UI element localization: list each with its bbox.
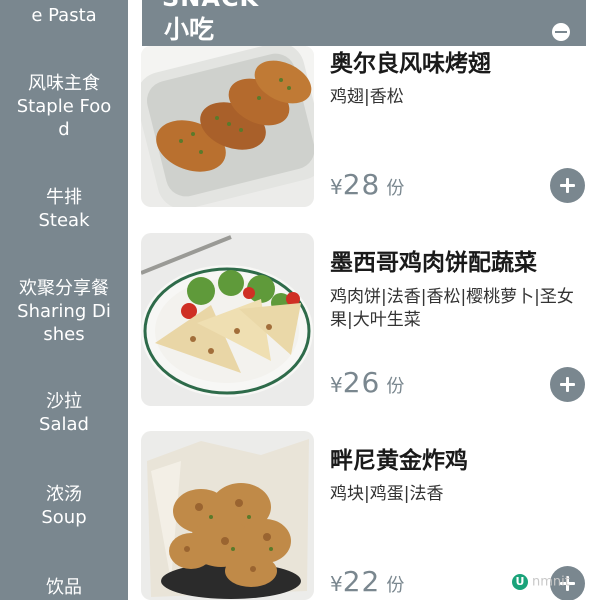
sidebar-item-label-en: Salad	[39, 414, 89, 435]
watermark-text: nmnit	[532, 574, 570, 590]
dish-price: ¥22 份	[330, 565, 404, 598]
price-unit: 份	[386, 178, 405, 199]
add-to-cart-button[interactable]	[550, 367, 585, 402]
sidebar-item-pasta[interactable]: e Pasta	[0, 4, 128, 27]
sidebar-item-label-en: Soup	[41, 507, 87, 528]
price-unit: 份	[386, 376, 405, 397]
watermark-badge: U	[512, 574, 528, 590]
collapse-icon[interactable]	[552, 23, 570, 41]
category-sidebar: e Pasta 风味主食 Staple Food 牛排 Steak 欢聚分享餐 …	[0, 0, 128, 600]
dish-description: 鸡翅|香松	[330, 87, 404, 107]
currency-symbol: ¥	[330, 572, 343, 596]
price-value: 22	[342, 565, 381, 598]
sidebar-item-steak[interactable]: 牛排 Steak	[0, 186, 128, 232]
sidebar-item-label-cn: 牛排	[46, 187, 82, 208]
category-header: SNACK 小吃	[142, 0, 586, 46]
sidebar-item-label-cn: 欢聚分享餐	[19, 278, 109, 299]
dish-name: 畔尼黄金炸鸡	[330, 448, 468, 474]
sidebar-item-label-en: Staple Food	[16, 96, 112, 140]
sidebar-item-sharing-dishes[interactable]: 欢聚分享餐 Sharing Dishes	[0, 277, 128, 346]
dish-description: 鸡块|鸡蛋|法香	[330, 484, 444, 504]
chicken-quesadilla-image[interactable]	[141, 233, 314, 406]
watermark: Unmnit	[512, 574, 570, 590]
sidebar-item-label-cn: 浓汤	[46, 484, 82, 505]
sidebar-item-label-cn: 风味主食	[28, 73, 100, 94]
roasted-wings-image[interactable]	[141, 46, 314, 207]
price-value: 28	[342, 168, 381, 201]
sidebar-item-soup[interactable]: 浓汤 Soup	[0, 483, 128, 529]
currency-symbol: ¥	[330, 175, 343, 199]
sidebar-item-staple-food[interactable]: 风味主食 Staple Food	[0, 72, 128, 141]
dish-name: 奥尔良风味烤翅	[330, 51, 491, 77]
price-unit: 份	[386, 575, 405, 596]
dish-name: 墨西哥鸡肉饼配蔬菜	[330, 250, 537, 276]
sidebar-item-label-en: Steak	[38, 210, 90, 231]
sidebar-item-salad[interactable]: 沙拉 Salad	[0, 390, 128, 436]
dish-price: ¥28 份	[330, 168, 404, 201]
price-value: 26	[342, 366, 381, 399]
sidebar-item-label-en: e Pasta	[31, 5, 97, 26]
add-to-cart-button[interactable]	[550, 168, 585, 203]
dish-description: 鸡肉饼|法香|香松|樱桃萝卜|圣女果|大叶生菜	[330, 287, 574, 330]
sidebar-item-label-cn: 沙拉	[46, 391, 82, 412]
currency-symbol: ¥	[330, 373, 343, 397]
sidebar-item-label-cn: 饮品	[46, 577, 82, 598]
sidebar-item-drinks[interactable]: 饮品	[0, 576, 128, 599]
dish-price: ¥26 份	[330, 366, 404, 399]
sidebar-item-label-en: Sharing Dishes	[17, 301, 111, 345]
category-title-cn: 小吃	[164, 15, 215, 44]
fried-chicken-image[interactable]	[141, 431, 314, 600]
